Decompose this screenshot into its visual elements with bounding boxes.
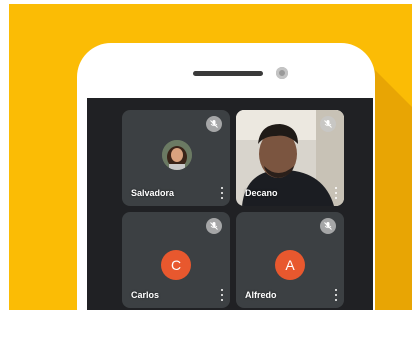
participant-tile-decano[interactable]: Decano [236, 110, 344, 206]
participant-tile-carlos[interactable]: C Carlos [122, 212, 230, 308]
participant-name: Salvadora [131, 188, 175, 198]
more-vert-icon[interactable] [219, 289, 225, 301]
mic-off-icon [320, 218, 336, 234]
participant-name: Decano [245, 188, 278, 198]
phone-speaker [193, 71, 263, 76]
participant-tile-alfredo[interactable]: A Alfredo [236, 212, 344, 308]
mic-off-icon [206, 218, 222, 234]
phone-camera [276, 67, 288, 79]
avatar: C [161, 250, 191, 280]
participant-name: Carlos [131, 290, 160, 300]
participant-tile-salvadora[interactable]: Salvadora [122, 110, 230, 206]
more-vert-icon[interactable] [333, 289, 339, 301]
more-vert-icon[interactable] [219, 187, 225, 199]
more-vert-icon[interactable] [333, 187, 339, 199]
profile-photo [162, 140, 192, 170]
mic-off-icon [206, 116, 222, 132]
avatar [162, 140, 192, 170]
participant-name: Alfredo [245, 290, 277, 300]
mic-off-icon [320, 116, 336, 132]
avatar: A [275, 250, 305, 280]
